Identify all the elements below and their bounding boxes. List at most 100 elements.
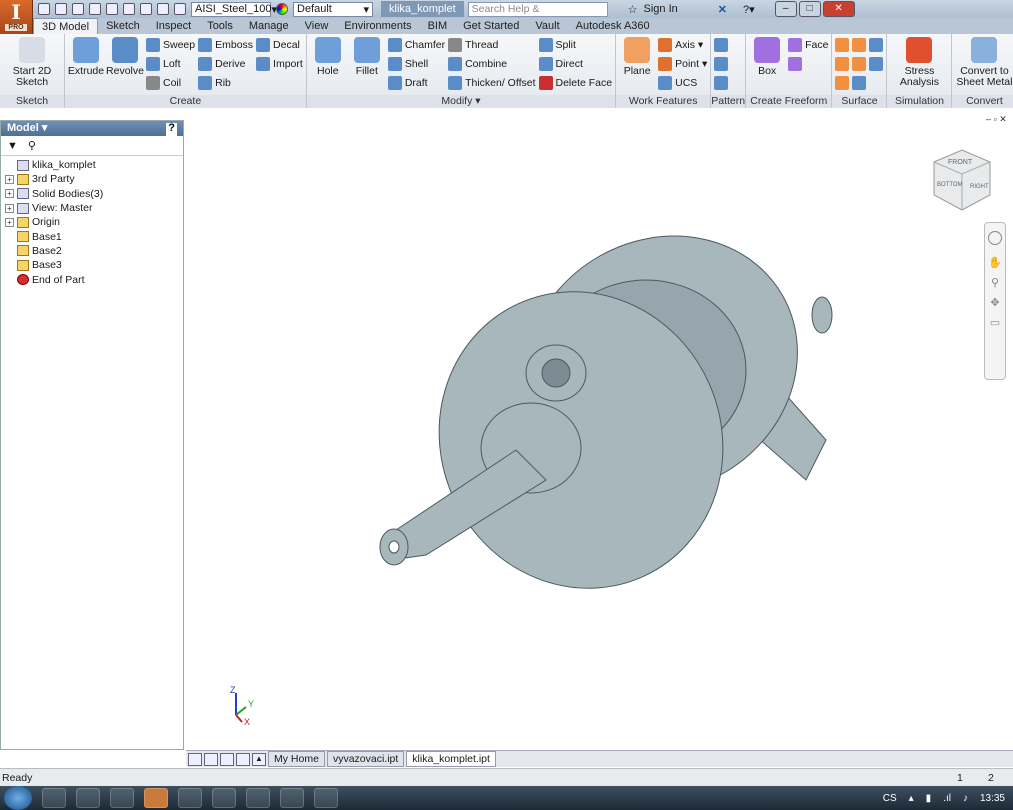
box-button[interactable]: Box <box>749 36 785 95</box>
zoom-icon[interactable]: ⚲ <box>985 273 1005 293</box>
exchange-icon[interactable]: ✕ <box>718 3 727 16</box>
ruled-surface-button[interactable] <box>835 75 850 91</box>
revolve-button[interactable]: Revolve <box>106 36 144 95</box>
select-icon[interactable] <box>157 3 169 15</box>
start-2d-sketch-button[interactable]: Start 2D Sketch <box>3 36 61 95</box>
taskbar-app[interactable] <box>212 788 236 808</box>
taskbar-visual-studio[interactable] <box>76 788 100 808</box>
open-icon[interactable] <box>55 3 67 15</box>
extrude-button[interactable]: Extrude <box>68 36 104 95</box>
loft-button[interactable]: Loft <box>146 56 195 72</box>
graphics-viewport[interactable]: FRONT RIGHT BOTTOM Z Y X – ▫ ✕ ✋ ⚲ ✥ ▭ <box>186 110 1013 750</box>
tree-node-base1[interactable]: Base1 <box>5 229 179 243</box>
emboss-button[interactable]: Emboss <box>198 37 253 53</box>
tab-environments[interactable]: Environments <box>336 18 419 34</box>
close-button[interactable]: ✕ <box>822 1 855 17</box>
find-icon[interactable]: ⚲ <box>28 139 36 152</box>
browser-title[interactable]: Model ▾ <box>7 121 47 136</box>
extend-button[interactable] <box>852 75 867 91</box>
tree-node-end-of-part[interactable]: End of Part <box>5 272 179 286</box>
search-input[interactable]: Search Help & Commands... <box>467 1 608 28</box>
expander-icon[interactable]: + <box>5 174 14 184</box>
thread-button[interactable]: Thread <box>448 37 535 53</box>
tab-vault[interactable]: Vault <box>527 18 567 34</box>
viewcube-front[interactable]: FRONT <box>948 159 973 166</box>
cascade-icon[interactable] <box>188 752 202 766</box>
viewcube-right[interactable]: RIGHT <box>970 184 989 190</box>
redo-icon[interactable] <box>106 3 118 15</box>
hole-button[interactable]: Hole <box>310 36 346 95</box>
volume-icon[interactable]: ♪ <box>963 793 968 804</box>
plane-button[interactable]: Plane <box>619 36 655 95</box>
stress-analysis-button[interactable]: Stress Analysis <box>890 36 948 95</box>
delete-face-button[interactable]: Delete Face <box>538 75 612 91</box>
tree-node-base3[interactable]: Base3 <box>5 258 179 272</box>
tab-3d-model[interactable]: 3D Model <box>33 18 99 34</box>
tab-bim[interactable]: BIM <box>420 18 456 34</box>
stitch-button[interactable] <box>835 37 850 53</box>
taskbar-opera[interactable] <box>246 788 270 808</box>
taskbar-document[interactable] <box>314 788 338 808</box>
replace-face-button[interactable] <box>869 37 884 53</box>
tab-sketch[interactable]: Sketch <box>98 18 148 34</box>
clock[interactable]: 13:35 <box>980 793 1005 804</box>
trim-button[interactable] <box>852 56 867 72</box>
look-at-icon[interactable]: ▭ <box>985 313 1005 333</box>
face-button[interactable]: Face <box>788 37 828 53</box>
patch-button[interactable] <box>835 56 850 72</box>
taskbar-files[interactable] <box>280 788 304 808</box>
language-indicator[interactable]: CS <box>883 793 897 804</box>
maximize-button[interactable]: □ <box>798 1 821 17</box>
orbit-icon[interactable]: ✥ <box>985 293 1005 313</box>
star-icon[interactable]: ☆ <box>628 3 638 16</box>
convert-to-sheet-metal-button[interactable]: Convert to Sheet Metal <box>955 36 1013 95</box>
derive-button[interactable]: Derive <box>198 56 253 72</box>
point-button[interactable]: Point ▾ <box>658 56 707 72</box>
doc-tab-my-home[interactable]: My Home <box>268 751 325 767</box>
tab-tools[interactable]: Tools <box>199 18 241 34</box>
tree-node-klika-komplet[interactable]: klika_komplet <box>5 158 179 172</box>
direct-button[interactable]: Direct <box>538 56 613 72</box>
sculpt-button[interactable] <box>852 37 867 53</box>
mirror-button[interactable] <box>714 75 729 91</box>
expander-icon[interactable]: + <box>5 189 14 199</box>
sweep-button[interactable]: Sweep <box>146 37 195 53</box>
save-icon[interactable] <box>72 3 84 15</box>
material-select[interactable]: AISI_Steel_100 ▾ <box>191 1 277 17</box>
repair-button[interactable] <box>869 56 884 72</box>
ucs-button[interactable]: UCS <box>658 75 707 91</box>
help-icon[interactable]: ?▾ <box>743 3 755 16</box>
thicken-offset-button[interactable]: Thicken/ Offset <box>448 75 536 91</box>
arrange-up-icon[interactable]: ▲ <box>252 752 266 766</box>
viewport-window-controls[interactable]: – ▫ ✕ <box>986 114 1007 125</box>
combine-button[interactable]: Combine <box>448 56 535 72</box>
taskbar-matlab[interactable] <box>110 788 134 808</box>
undo-icon[interactable] <box>89 3 101 15</box>
new-icon[interactable] <box>38 3 50 15</box>
tree-node-solid-bodies-3[interactable]: + Solid Bodies(3) <box>5 187 179 201</box>
doc-tab-klika-komplet-ipt[interactable]: klika_komplet.ipt <box>406 751 496 767</box>
split-button[interactable]: Split <box>538 37 613 53</box>
taskbar-autocad[interactable] <box>178 788 202 808</box>
tree-node-view-master[interactable]: + View: Master <box>5 201 179 215</box>
tree-node-3rd-party[interactable]: +3rd Party <box>5 172 179 186</box>
rib-button[interactable]: Rib <box>198 75 253 91</box>
start-button[interactable] <box>4 786 32 810</box>
expander-icon[interactable]: + <box>5 217 14 227</box>
coil-button[interactable]: Coil <box>146 75 195 91</box>
signal-icon[interactable]: .ıl <box>943 793 951 804</box>
tab-view[interactable]: View <box>297 18 337 34</box>
application-menu-button[interactable]: I PRO <box>0 0 33 34</box>
tab-get-started[interactable]: Get Started <box>455 18 527 34</box>
tab-manage[interactable]: Manage <box>241 18 297 34</box>
tile-horizontal-icon[interactable] <box>220 752 234 766</box>
sign-in-button[interactable]: Sign In <box>644 3 678 15</box>
shell-button[interactable]: Shell <box>387 56 445 72</box>
browser-help-button[interactable]: ? <box>166 123 177 136</box>
tab-autodesk-a360[interactable]: Autodesk A360 <box>568 18 658 34</box>
tile-icon[interactable] <box>204 752 218 766</box>
circular-pattern-button[interactable] <box>714 56 729 72</box>
axis-button[interactable]: Axis ▾ <box>658 37 707 53</box>
filter-icon[interactable]: ▼ <box>7 140 18 152</box>
network-icon[interactable]: ▮ <box>926 793 932 804</box>
